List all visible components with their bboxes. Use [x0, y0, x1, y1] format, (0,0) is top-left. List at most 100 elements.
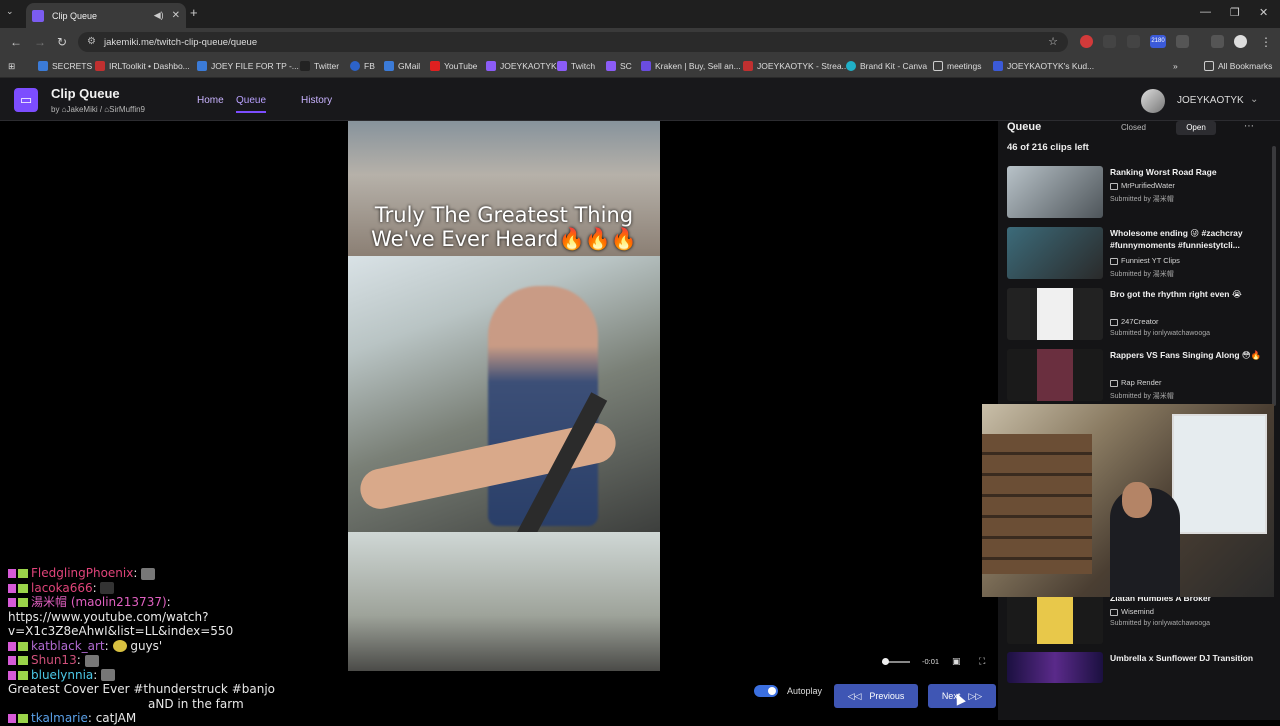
clip-thumbnail	[1007, 227, 1103, 279]
bookmark-item[interactable]: SC	[606, 61, 632, 71]
app-header	[0, 78, 1280, 121]
nav-history[interactable]: History	[301, 95, 332, 106]
bookmark-item[interactable]: JOEYKAOTYK	[486, 61, 557, 71]
pip-icon[interactable]: ▣	[952, 656, 961, 667]
chat-message: lacoka666:	[8, 581, 338, 596]
username[interactable]: JOEYKAOTYK	[1177, 95, 1244, 106]
emote-icon	[100, 582, 115, 594]
queue-title: Queue	[1007, 121, 1042, 133]
clip-submitter: Submitted by ionlywatchawooga	[1110, 330, 1211, 337]
webcam-window	[1172, 414, 1267, 534]
bookmark-item[interactable]: FB	[350, 61, 375, 71]
clip-title: Ranking Worst Road Rage	[1110, 167, 1217, 177]
queue-item[interactable]: Bro got the rhythm right even 😭 247Creat…	[1007, 288, 1269, 340]
extensions-puzzle-icon[interactable]	[1176, 35, 1189, 48]
bookmark-item[interactable]: JOEY FILE FOR TP -...	[197, 61, 299, 71]
queue-open-toggle[interactable]: Open	[1176, 121, 1216, 135]
chevron-down-icon[interactable]: ⌄	[1250, 94, 1258, 105]
clip-channel: 247Creator	[1110, 317, 1159, 326]
chat-message: bluelynnia:	[8, 668, 338, 683]
streamer-webcam	[982, 404, 1274, 597]
emote-icon	[84, 654, 99, 667]
rewind-icon: ◁◁	[847, 690, 862, 701]
reload-icon[interactable]: ↻	[57, 35, 67, 49]
video-frame-main	[348, 256, 660, 560]
extension-icon[interactable]	[1080, 35, 1093, 48]
time-remaining: -0:01	[922, 657, 940, 666]
media-control-icon[interactable]	[1211, 35, 1224, 48]
clip-queue-logo-icon: ▭	[14, 88, 38, 112]
bookmark-item[interactable]: Twitter	[300, 61, 339, 71]
browser-tab[interactable]: Clip Queue ◀) ✕	[26, 3, 186, 28]
bookmarks-overflow-icon[interactable]: »	[1173, 61, 1178, 71]
clip-thumbnail	[1007, 349, 1103, 401]
author-link[interactable]: SirMuffin9	[109, 105, 145, 114]
webcam-head	[1122, 482, 1152, 518]
queue-item[interactable]: Zlatan Humbles A Broker Wisemind Submitt…	[1007, 592, 1269, 644]
tab-close-icon[interactable]: ✕	[172, 10, 180, 21]
minimize-button[interactable]: —	[1200, 6, 1211, 18]
bookmark-star-icon[interactable]: ☆	[1048, 35, 1058, 48]
extension-badge[interactable]: 2180	[1150, 35, 1166, 48]
site-info-icon[interactable]: ⚙	[87, 36, 96, 47]
queue-item[interactable]: Wholesome ending 😜 #zachcray #funnymomen…	[1007, 227, 1269, 279]
bookmark-item[interactable]: JOEYKAOTYK - Strea...	[743, 61, 849, 71]
nav-queue[interactable]: Queue	[236, 95, 267, 113]
chat-message-text: https://www.youtube.com/watch?	[8, 609, 209, 624]
close-window-button[interactable]: ✕	[1259, 6, 1268, 19]
bookmark-item[interactable]: Kraken | Buy, Sell an...	[641, 61, 741, 71]
bookmark-item[interactable]: Twitch	[557, 61, 595, 71]
extension-icon[interactable]	[1127, 35, 1140, 48]
bookmark-folder[interactable]: meetings	[933, 61, 982, 71]
video-player[interactable]: Truly The Greatest Thing We've Ever Hear…	[348, 121, 660, 671]
autoplay-toggle[interactable]	[754, 685, 778, 697]
fullscreen-icon[interactable]: ⛶	[979, 656, 985, 667]
bookmark-item[interactable]: GMail	[384, 61, 420, 71]
chat-message-text: Greatest Cover Ever #thunderstruck #banj…	[8, 682, 276, 696]
user-avatar[interactable]	[1141, 89, 1165, 113]
bookmark-item[interactable]: IRLToolkit • Dashbo...	[95, 61, 190, 71]
nav-home[interactable]: Home	[197, 95, 224, 106]
bookmark-item[interactable]: Brand Kit - Canva	[846, 61, 927, 71]
back-icon[interactable]: ←	[10, 35, 22, 49]
bookmark-item[interactable]: YouTube	[430, 61, 477, 71]
clip-title: Rappers VS Fans Singing Along 😳🔥	[1110, 350, 1262, 360]
clip-title: Umbrella x Sunflower DJ Transition	[1110, 653, 1254, 663]
forward-icon[interactable]: →	[34, 35, 46, 49]
clip-submitter: Submitted by 湯米帽	[1110, 196, 1174, 203]
bookmark-item[interactable]: JOEYKAOTYK's Kud...	[993, 61, 1094, 71]
chat-message: Shun13:	[8, 653, 338, 668]
new-tab-button[interactable]: +	[190, 5, 198, 20]
extension-icon[interactable]	[1103, 35, 1116, 48]
tab-audio-icon[interactable]: ◀)	[154, 10, 164, 21]
bookmark-item[interactable]: SECRETS	[38, 61, 92, 71]
apps-icon[interactable]: ⊞	[8, 61, 15, 72]
queue-item[interactable]: Ranking Worst Road Rage MrPurifiedWater …	[1007, 166, 1269, 218]
clip-channel: Wisemind	[1110, 607, 1154, 616]
clip-title: Bro got the rhythm right even 😭	[1110, 289, 1242, 299]
previous-button[interactable]: ◁◁ Previous	[834, 684, 918, 708]
browser-menu-icon[interactable]: ⋮	[1260, 35, 1272, 49]
chat-message: FledglingPhoenix:	[8, 566, 338, 581]
address-bar[interactable]: ⚙ jakemiki.me/twitch-clip-queue/queue ☆	[78, 32, 1068, 52]
volume-knob[interactable]	[882, 658, 889, 665]
chat-overlay: FledglingPhoenix: lacoka666: 湯米帽 (maolin…	[8, 566, 338, 726]
clip-submitter: Submitted by ionlywatchawooga	[1110, 620, 1211, 627]
clip-channel: MrPurifiedWater	[1110, 181, 1175, 190]
clip-channel: Funniest YT Clips	[1110, 256, 1180, 265]
all-bookmarks-folder[interactable]: All Bookmarks	[1204, 61, 1272, 71]
more-options-icon[interactable]: ⋯	[1244, 121, 1254, 132]
restore-button[interactable]: ❐	[1230, 6, 1240, 19]
queue-closed-toggle[interactable]: Closed	[1121, 123, 1146, 132]
tab-favicon-icon	[32, 9, 44, 22]
queue-scrollbar[interactable]	[1272, 146, 1276, 406]
queue-count: 46 of 216 clips left	[1007, 142, 1089, 153]
chat-message: 湯米帽 (maolin213737):	[8, 595, 338, 610]
queue-item[interactable]: Rappers VS Fans Singing Along 😳🔥 Rap Ren…	[1007, 349, 1269, 401]
profile-avatar[interactable]	[1234, 35, 1247, 48]
emote-icon	[101, 669, 116, 681]
author-link[interactable]: JakeMiki	[67, 105, 98, 114]
tab-search-icon[interactable]: ⌄	[6, 6, 14, 17]
clip-thumbnail	[1007, 592, 1103, 644]
queue-item[interactable]: Umbrella x Sunflower DJ Transition	[1007, 652, 1269, 685]
